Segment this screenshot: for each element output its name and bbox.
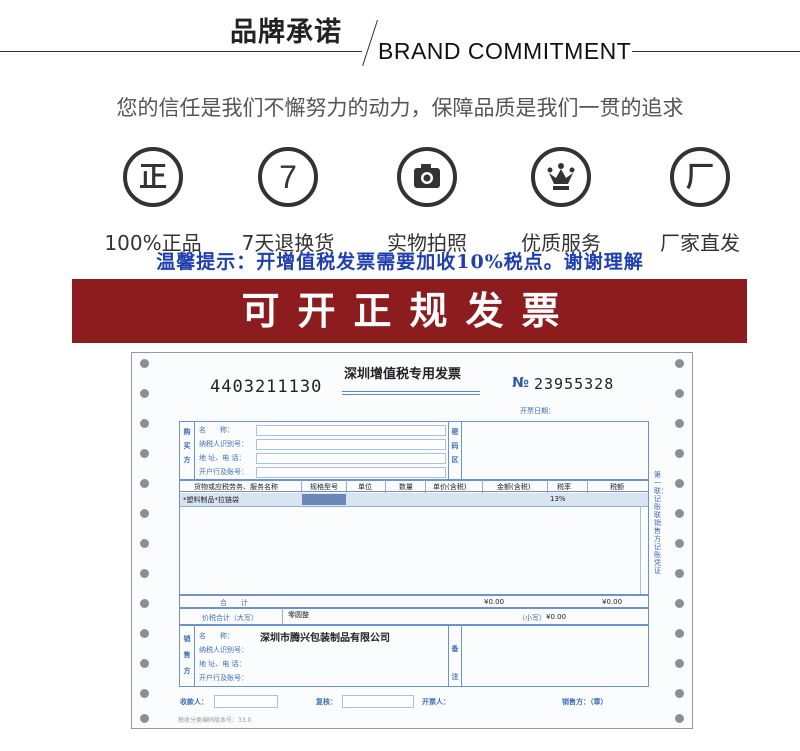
seller-address-label: 地 址、电 话： (199, 660, 246, 668)
tagline: 您的信任是我们不懈努力的动力，保障品质是我们一贯的追求 (116, 96, 684, 120)
hole-r (675, 419, 684, 428)
camera-icon (397, 147, 457, 207)
buyer-name-label: 名 称： (199, 426, 234, 434)
grand-total-label: 价税合计（大写） (202, 614, 258, 622)
hole-r (675, 689, 684, 698)
hole-l (140, 714, 149, 723)
total-amount: ¥0.00 (484, 598, 505, 606)
header-title-en: BRAND COMMITMENT (378, 38, 632, 64)
buyer-taxid-label: 纳税人识别号： (199, 440, 248, 448)
zheng-icon: 正 (123, 147, 183, 207)
header-line-right (632, 51, 800, 52)
hole-r (675, 569, 684, 578)
header-title-cn: 品牌承诺 (230, 17, 342, 48)
header-line-left (0, 51, 362, 52)
col-tax: 税额 (610, 483, 624, 491)
col-name: 货物或应税劳务、服务名称 (194, 483, 278, 491)
goods-row-name: *塑料制品*拉链袋 (183, 496, 239, 504)
tax-notice: 温馨提示：开增值税发票需要加收10%税点。谢谢理解 (156, 251, 644, 273)
hole-r (675, 449, 684, 458)
buyer-name-field (256, 425, 446, 436)
cipher-side-label: 密码区 (451, 428, 459, 464)
remark-side-label: 备注 (451, 645, 459, 681)
copy-side-note: 第一联：记账联 销售方记账凭证 (654, 471, 668, 575)
grand-total-upper: 零圆整 (288, 611, 309, 619)
buyer-side-label: 购买方 (183, 428, 191, 464)
hole-r (675, 359, 684, 368)
goods-table-scrollbar (640, 506, 649, 594)
col-spec: 规格型号 (310, 483, 338, 491)
col-qty: 数量 (399, 483, 413, 491)
invoice-title-underline (342, 391, 480, 395)
hole-r (675, 509, 684, 518)
hole-l (140, 629, 149, 638)
seller-name-label: 名 称： (199, 632, 234, 640)
invoice-image: 4403211130 深圳增值税专用发票 № 23955328 开票日期： 购买… (131, 352, 693, 729)
grand-total-lower: ¥0.00 (546, 613, 567, 621)
hole-l (140, 359, 149, 368)
checker-field (342, 695, 414, 708)
footer-code: 税收分类编码版本号：33.0 (178, 717, 252, 724)
grand-total-lower-label: （小写） (518, 614, 546, 622)
payee-field (214, 695, 278, 708)
seven-day-icon: 7 (258, 147, 318, 207)
spec-cell-selected (302, 494, 346, 505)
promise-return: 7 7天退换货 (223, 147, 353, 256)
hole-l (140, 389, 149, 398)
promise-genuine: 正 100%正品 (88, 147, 218, 256)
checker-label: 复核： (316, 697, 337, 706)
hole-l (140, 569, 149, 578)
promise-service: 优质服务 (496, 147, 626, 256)
crown-icon (531, 147, 591, 207)
hole-l (140, 479, 149, 488)
buyer-address-field (256, 453, 446, 464)
hole-r (675, 389, 684, 398)
hole-l (140, 509, 149, 518)
hole-l (140, 599, 149, 608)
hole-r (675, 599, 684, 608)
buyer-bank-label: 开户行及账号： (199, 468, 248, 476)
goods-row-rate: 13% (550, 495, 566, 503)
total-tax: ¥0.00 (602, 598, 623, 606)
goods-row (180, 493, 648, 507)
drawer-label: 开票人： (422, 697, 450, 706)
invoice-code: 4403211130 (210, 377, 323, 397)
promise-photo: 实物拍照 (362, 147, 492, 256)
buyer-bank-field (256, 467, 446, 478)
invoice-no-label: № (512, 375, 529, 391)
buyer-address-label: 地 址、电 话： (199, 454, 246, 462)
seller-bank-label: 开户行及账号： (199, 674, 248, 682)
seal-label: 销售方：（章） (562, 697, 608, 706)
promise-factory: 厂 厂家直发 (635, 147, 765, 256)
grand-divider (282, 608, 283, 625)
hole-l (140, 419, 149, 428)
hole-r (675, 539, 684, 548)
col-price: 单价(含税) (433, 483, 467, 491)
hole-r (675, 479, 684, 488)
col-rate: 税率 (557, 483, 571, 491)
hole-l (140, 689, 149, 698)
buyer-taxid-field (256, 439, 446, 450)
hole-r (675, 629, 684, 638)
seller-section (179, 625, 649, 687)
col-unit: 单位 (358, 483, 372, 491)
hole-l (140, 659, 149, 668)
payee-label: 收款人： (180, 697, 208, 706)
invoice-date-label: 开票日期： (520, 407, 555, 415)
invoice-banner: 可开正规发票 (72, 279, 747, 343)
factory-icon: 厂 (670, 147, 730, 207)
total-label: 合 计 (220, 599, 248, 607)
seller-side-label: 销售方 (183, 635, 191, 675)
col-amount: 金额(含税) (497, 483, 531, 491)
hole-r (675, 659, 684, 668)
hole-l (140, 449, 149, 458)
total-row (179, 595, 649, 608)
hole-l (140, 539, 149, 548)
invoice-title: 深圳增值税专用发票 (344, 367, 462, 382)
seller-taxid-label: 纳税人识别号： (199, 646, 248, 654)
seller-name: 深圳市腾兴包装制品有限公司 (260, 633, 390, 644)
header-divider-slash (362, 20, 378, 66)
invoice-number: 23955328 (534, 375, 615, 393)
hole-r (675, 714, 684, 723)
